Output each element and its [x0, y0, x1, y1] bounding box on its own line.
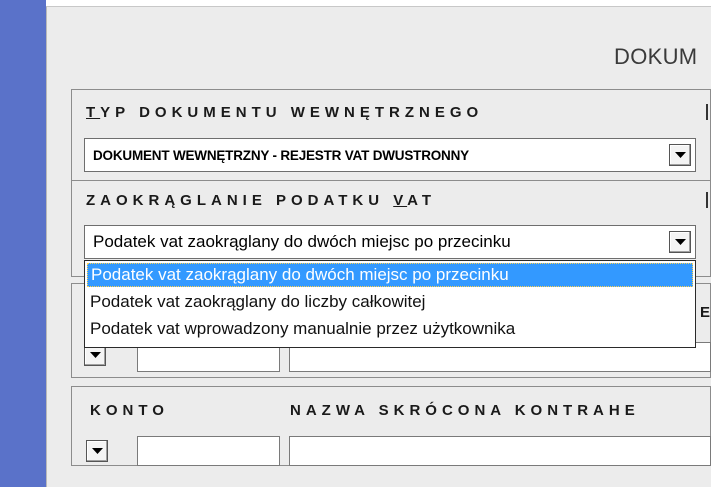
- zaokraglanie-value: Podatek vat zaokrąglany do dwóch miejsc …: [93, 232, 511, 251]
- typ-dokumentu-label-rest: YP DOKUMENTU WEWNĘTRZNEGO: [100, 104, 484, 121]
- chevron-down-icon: [90, 352, 101, 358]
- dropdown-option[interactable]: Podatek vat wprowadzony manualnie przez …: [87, 317, 693, 341]
- zaokraglanie-dropdown-list: Podatek vat zaokrąglany do dwóch miejsc …: [84, 260, 696, 348]
- right-edge-control-2: [706, 192, 708, 208]
- typ-dokumentu-value: DOKUMENT WEWNĘTRZNY - REJESTR VAT DWUSTR…: [93, 148, 469, 163]
- konto-field[interactable]: [137, 436, 280, 466]
- window-title: DOKUM: [614, 44, 698, 69]
- nazwa-skrocona-field[interactable]: [289, 436, 711, 466]
- desktop-background: [0, 0, 46, 487]
- chevron-down-icon: [92, 448, 103, 454]
- section-divider: [72, 180, 711, 181]
- typ-dokumentu-dropdown-button[interactable]: [669, 144, 691, 166]
- zaokraglanie-label: ZAOKRĄGLANIE PODATKU VAT: [86, 192, 436, 209]
- chevron-down-icon: [675, 239, 686, 245]
- zaokraglanie-combobox[interactable]: Podatek vat zaokrąglany do dwóch miejsc …: [84, 225, 696, 259]
- typ-dokumentu-label: TYP DOKUMENTU WEWNĘTRZNEGO: [86, 104, 483, 121]
- dropdown-option[interactable]: Podatek vat zaokrąglany do liczby całkow…: [87, 290, 693, 314]
- zaokraglanie-label-before: ZAOKRĄGLANIE PODATKU: [86, 192, 394, 209]
- zaokraglanie-label-after: AT: [407, 192, 437, 209]
- konto-dropdown-button[interactable]: [86, 440, 108, 462]
- nazwa-skrocona-label: NAZWA SKRÓCONA KONTRAHE: [290, 402, 640, 419]
- right-edge-control-1: [706, 104, 708, 120]
- konto-label: KONTO: [90, 402, 169, 419]
- partial-column-letter: E: [700, 304, 711, 321]
- dropdown-option-selected[interactable]: Podatek vat zaokrąglany do dwóch miejsc …: [87, 263, 693, 287]
- chevron-down-icon: [675, 152, 686, 158]
- typ-dokumentu-combobox[interactable]: DOKUMENT WEWNĘTRZNY - REJESTR VAT DWUSTR…: [84, 138, 696, 172]
- zaokraglanie-label-hotkey: V: [393, 192, 408, 209]
- zaokraglanie-dropdown-button[interactable]: [669, 231, 691, 253]
- typ-dokumentu-label-hotkey: T: [86, 104, 101, 121]
